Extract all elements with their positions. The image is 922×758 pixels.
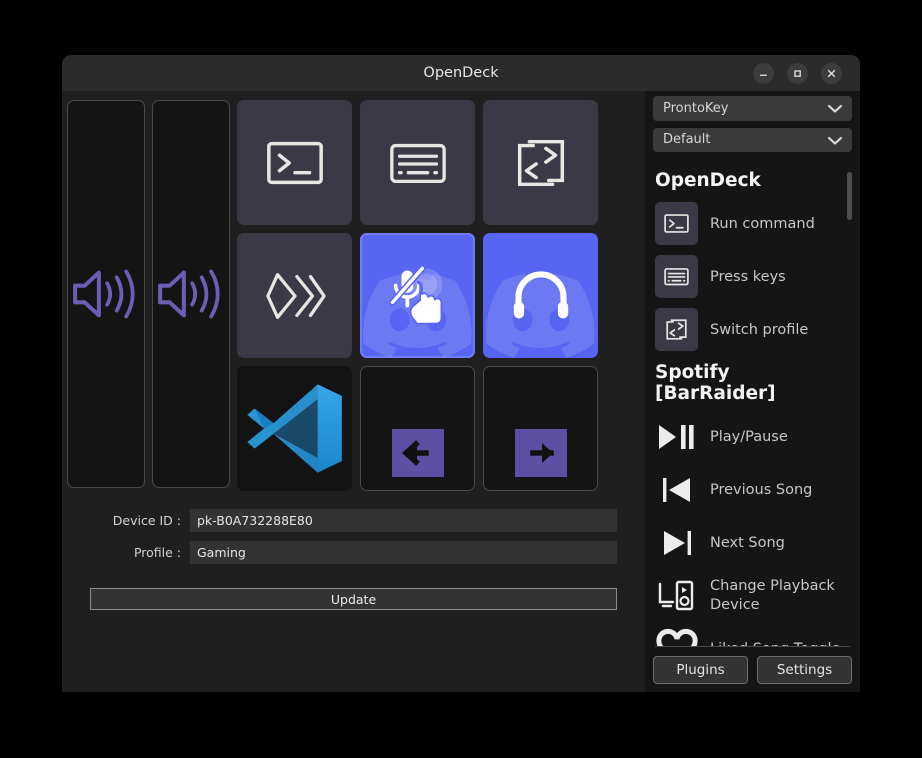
deck-key-press-keys[interactable]	[360, 100, 475, 225]
switch-profile-icon	[517, 139, 564, 186]
switch-profile-icon	[655, 308, 698, 352]
action-change-playback-device[interactable]: Change Playback Device	[653, 569, 852, 622]
deck-key-arrow-left[interactable]	[360, 366, 475, 491]
arrow-left-icon	[391, 429, 444, 477]
device-select[interactable]: ProntoKey	[653, 96, 852, 121]
terminal-icon	[655, 202, 698, 246]
profile-label: Profile :	[133, 545, 181, 560]
action-run-command[interactable]: Run command	[653, 197, 852, 250]
device-id-row: Device ID :	[90, 509, 617, 532]
sidebar-buttons: Plugins Settings	[653, 656, 852, 684]
action-label: Press keys	[710, 268, 786, 285]
profile-select-value: Default	[663, 132, 711, 148]
key-grid	[237, 100, 598, 491]
chevron-down-icon	[827, 99, 843, 118]
title-bar: OpenDeck	[62, 55, 860, 91]
next-track-icon	[655, 521, 698, 564]
window-title: OpenDeck	[423, 65, 499, 81]
deck-key-discord-deafen[interactable]	[483, 233, 598, 358]
vscode-icon	[247, 384, 342, 473]
action-play-pause[interactable]: Play/Pause	[653, 410, 852, 463]
maximize-button[interactable]	[787, 63, 808, 84]
device-id-input[interactable]	[190, 509, 617, 532]
profile-select[interactable]: Default	[653, 127, 852, 153]
sidebar-scrollbar[interactable]	[847, 172, 852, 221]
key-deck	[62, 96, 645, 491]
arrow-right-icon	[514, 429, 567, 477]
action-label: Next Song	[710, 534, 785, 551]
plugins-button[interactable]: Plugins	[653, 656, 748, 684]
deck-key-discord-push-to-talk[interactable]	[360, 233, 475, 358]
action-label: Play/Pause	[710, 428, 788, 445]
discord-push-to-talk-icon	[388, 264, 442, 324]
device-id-label: Device ID :	[112, 513, 181, 528]
volume-speaker-icon	[73, 269, 135, 319]
action-switch-profile[interactable]: Switch profile	[653, 303, 852, 356]
chevrons-icon	[265, 272, 326, 319]
deck-key-chevrons[interactable]	[237, 233, 352, 358]
action-label: Liked Song Toggle	[710, 640, 840, 647]
close-button[interactable]	[821, 63, 842, 84]
action-previous-song[interactable]: Previous Song	[653, 463, 852, 516]
action-press-keys[interactable]: Press keys	[653, 250, 852, 303]
deck-key-switch-profile[interactable]	[483, 100, 598, 225]
update-button[interactable]: Update	[90, 588, 617, 610]
playback-device-icon	[655, 574, 698, 617]
minimize-button[interactable]	[753, 63, 774, 84]
deck-key-run-command[interactable]	[237, 100, 352, 225]
action-next-song[interactable]: Next Song	[653, 516, 852, 569]
minimize-icon	[760, 74, 767, 76]
action-sidebar: ProntoKey Default OpenDeck Run command P…	[645, 91, 860, 692]
volume-speaker-icon	[158, 269, 220, 319]
close-icon	[827, 69, 836, 78]
sidebar-divider	[655, 646, 850, 647]
action-list[interactable]: OpenDeck Run command Press keys Switch p…	[653, 164, 852, 647]
chevron-down-icon	[827, 130, 843, 149]
device-select-value: ProntoKey	[663, 100, 729, 116]
slider-key[interactable]	[67, 100, 145, 488]
deck-key-vscode[interactable]	[237, 366, 352, 491]
action-label: Change Playback Device	[710, 578, 835, 613]
slider-column	[67, 100, 230, 491]
terminal-icon	[266, 141, 323, 184]
group-title-opendeck: OpenDeck	[655, 170, 761, 192]
maximize-icon	[794, 70, 801, 77]
play-pause-icon	[655, 415, 698, 458]
heart-icon	[655, 627, 698, 647]
profile-row: Profile :	[90, 541, 617, 564]
settings-button[interactable]: Settings	[757, 656, 852, 684]
device-form: Device ID : Profile :	[62, 491, 645, 564]
action-label: Switch profile	[710, 321, 809, 338]
keyboard-icon	[389, 143, 446, 183]
slider-key[interactable]	[152, 100, 230, 488]
discord-headphones-icon	[513, 270, 568, 318]
deck-panel: Device ID : Profile : Update	[62, 91, 645, 692]
previous-track-icon	[655, 468, 698, 511]
action-label: Previous Song	[710, 481, 813, 498]
window-body: Device ID : Profile : Update ProntoKey D…	[62, 91, 860, 692]
keyboard-icon	[655, 255, 698, 299]
opendeck-window: OpenDeck Device ID: pk-B0A732288E80 Pro…	[62, 55, 860, 692]
group-title-spotify: Spotify [BarRaider]	[655, 362, 776, 405]
action-label: Run command	[710, 215, 815, 232]
profile-input[interactable]	[190, 541, 617, 564]
deck-key-arrow-right[interactable]	[483, 366, 598, 491]
action-liked-song-toggle[interactable]: Liked Song Toggle	[653, 622, 852, 647]
